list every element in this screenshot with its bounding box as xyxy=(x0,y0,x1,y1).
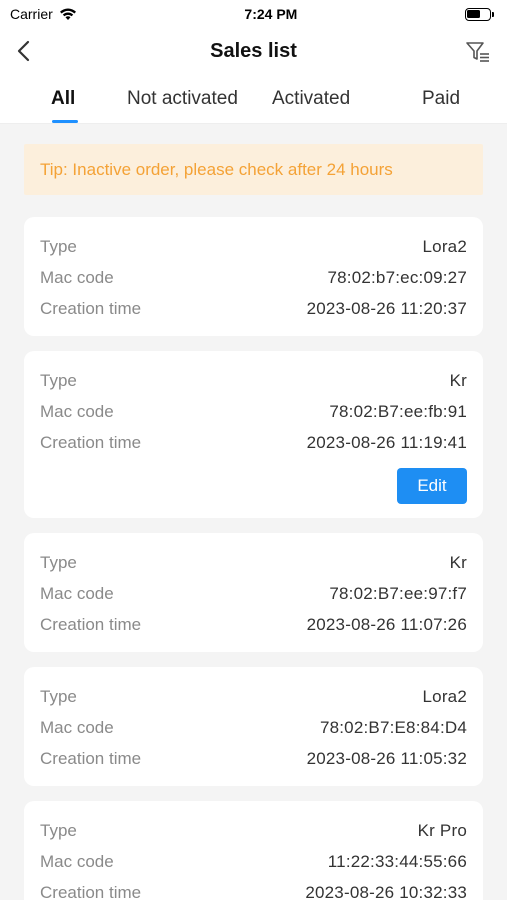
created-label: Creation time xyxy=(40,432,142,452)
nav-bar: Sales list xyxy=(0,28,507,74)
order-card[interactable]: Type Lora2 Mac code 78:02:B7:E8:84:D4 Cr… xyxy=(24,667,483,786)
created-row: Creation time 2023-08-26 11:05:32 xyxy=(40,743,467,774)
mac-label: Mac code xyxy=(40,717,114,737)
type-label: Type xyxy=(40,552,77,572)
order-list[interactable]: Tip: Inactive order, please check after … xyxy=(0,124,507,900)
status-left: Carrier xyxy=(10,6,77,22)
page-title: Sales list xyxy=(210,39,297,62)
tab-not-activated[interactable]: Not activated xyxy=(127,74,238,124)
mac-row: Mac code 78:02:B7:E8:84:D4 xyxy=(40,712,467,743)
filter-list-icon[interactable] xyxy=(465,40,491,64)
type-label: Type xyxy=(40,820,77,840)
type-value: Kr xyxy=(449,370,467,390)
order-card[interactable]: Type Kr Mac code 78:02:B7:ee:fb:91 Creat… xyxy=(24,351,483,518)
type-value: Kr xyxy=(449,552,467,572)
edit-row: Edit xyxy=(40,468,467,504)
mac-value: 78:02:B7:ee:97:f7 xyxy=(329,583,467,603)
type-row: Type Lora2 xyxy=(40,231,467,262)
type-label: Type xyxy=(40,236,77,256)
status-bar: Carrier 7:24 PM xyxy=(0,0,507,28)
created-label: Creation time xyxy=(40,882,142,900)
type-row: Type Kr xyxy=(40,365,467,396)
type-row: Type Lora2 xyxy=(40,681,467,712)
order-card[interactable]: Type Lora2 Mac code 78:02:b7:ec:09:27 Cr… xyxy=(24,217,483,336)
edit-button[interactable]: Edit xyxy=(397,468,467,504)
created-row: Creation time 2023-08-26 11:20:37 xyxy=(40,293,467,324)
mac-row: Mac code 11:22:33:44:55:66 xyxy=(40,846,467,877)
active-tab-indicator xyxy=(52,120,78,123)
mac-row: Mac code 78:02:B7:ee:fb:91 xyxy=(40,396,467,427)
created-value: 2023-08-26 11:05:32 xyxy=(306,748,467,768)
created-row: Creation time 2023-08-26 11:07:26 xyxy=(40,609,467,640)
wifi-icon xyxy=(59,8,76,20)
battery-icon xyxy=(464,7,494,21)
type-row: Type Kr Pro xyxy=(40,815,467,846)
tab-paid[interactable]: Paid xyxy=(422,74,460,124)
created-label: Creation time xyxy=(40,614,142,634)
type-value: Kr Pro xyxy=(417,820,467,840)
mac-value: 78:02:b7:ec:09:27 xyxy=(327,267,467,287)
created-value: 2023-08-26 11:07:26 xyxy=(306,614,467,634)
created-label: Creation time xyxy=(40,748,142,768)
header: Carrier 7:24 PM Sales list All Not activ… xyxy=(0,0,507,124)
type-label: Type xyxy=(40,686,77,706)
type-value: Lora2 xyxy=(422,686,467,706)
type-value: Lora2 xyxy=(422,236,467,256)
mac-value: 78:02:B7:E8:84:D4 xyxy=(319,717,467,737)
mac-value: 11:22:33:44:55:66 xyxy=(327,851,467,871)
created-value: 2023-08-26 10:32:33 xyxy=(305,882,467,900)
mac-label: Mac code xyxy=(40,267,114,287)
status-time: 7:24 PM xyxy=(244,6,298,22)
mac-label: Mac code xyxy=(40,851,114,871)
created-row: Creation time 2023-08-26 11:19:41 xyxy=(40,427,467,458)
mac-label: Mac code xyxy=(40,583,114,603)
tip-banner: Tip: Inactive order, please check after … xyxy=(24,144,483,195)
created-row: Creation time 2023-08-26 10:32:33 xyxy=(40,877,467,900)
mac-value: 78:02:B7:ee:fb:91 xyxy=(329,401,467,421)
tab-activated[interactable]: Activated xyxy=(272,74,350,124)
type-label: Type xyxy=(40,370,77,390)
order-card[interactable]: Type Kr Pro Mac code 11:22:33:44:55:66 C… xyxy=(24,801,483,900)
type-row: Type Kr xyxy=(40,547,467,578)
created-label: Creation time xyxy=(40,298,142,318)
created-value: 2023-08-26 11:20:37 xyxy=(306,298,467,318)
tab-bar: All Not activated Activated Paid xyxy=(0,74,507,124)
mac-row: Mac code 78:02:b7:ec:09:27 xyxy=(40,262,467,293)
mac-label: Mac code xyxy=(40,401,114,421)
order-card[interactable]: Type Kr Mac code 78:02:B7:ee:97:f7 Creat… xyxy=(24,533,483,652)
tab-all[interactable]: All xyxy=(51,74,75,124)
created-value: 2023-08-26 11:19:41 xyxy=(306,432,467,452)
chevron-left-icon[interactable] xyxy=(12,38,38,64)
mac-row: Mac code 78:02:B7:ee:97:f7 xyxy=(40,578,467,609)
carrier-label: Carrier xyxy=(10,6,53,22)
